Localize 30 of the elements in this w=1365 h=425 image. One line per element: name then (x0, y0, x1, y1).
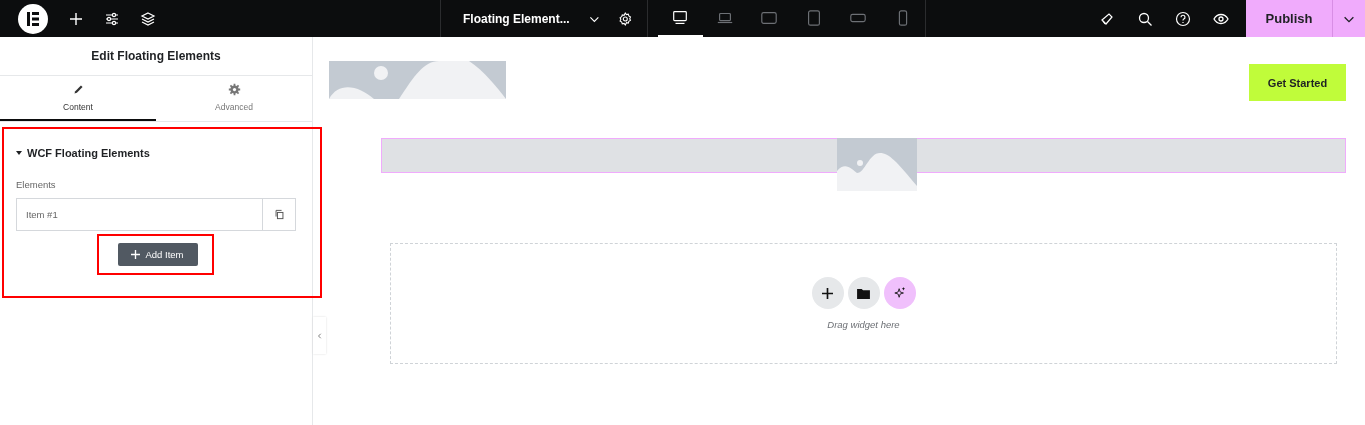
add-icon[interactable] (68, 10, 84, 27)
settings-icon[interactable] (618, 10, 633, 27)
repeater-item[interactable]: Item #1 (16, 198, 296, 231)
sparkle-icon (893, 287, 906, 299)
chevron-left-icon (316, 332, 323, 339)
field-label: Elements (16, 179, 57, 190)
pencil-icon (71, 83, 85, 96)
ai-button[interactable] (883, 277, 916, 309)
layers-icon[interactable] (140, 10, 156, 27)
add-item-button[interactable]: Add Item (117, 243, 198, 266)
advanced-tab[interactable]: Advanced (156, 76, 312, 121)
search-icon[interactable] (1137, 10, 1153, 27)
add-section-button[interactable] (811, 277, 844, 309)
item-title: Item #1 (25, 208, 59, 222)
drop-hint: Drag widget here (827, 319, 900, 330)
folder-icon (857, 287, 870, 299)
get-started-button[interactable]: Get Started (1249, 64, 1346, 101)
plus-icon (131, 250, 141, 259)
publish-button[interactable]: Publish (1246, 0, 1332, 37)
help-icon[interactable] (1175, 10, 1191, 27)
panel-title: Edit Floating Elements (0, 37, 312, 76)
logo-icon[interactable] (18, 3, 48, 34)
gear-icon (227, 83, 241, 96)
plus-icon (822, 287, 833, 299)
template-library-button[interactable] (847, 277, 880, 309)
duplicate-icon[interactable] (273, 209, 285, 220)
section-header[interactable]: WCF Floating Elements (16, 129, 150, 159)
sliders-icon[interactable] (104, 10, 120, 27)
page-title[interactable]: Floating Element... (463, 11, 570, 26)
content-tab[interactable]: Content (0, 76, 156, 121)
